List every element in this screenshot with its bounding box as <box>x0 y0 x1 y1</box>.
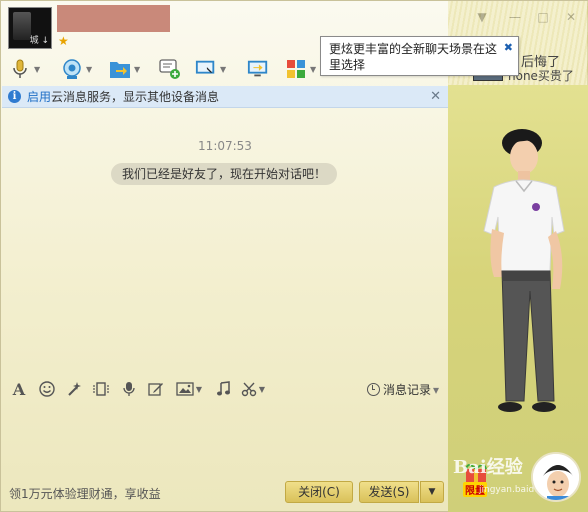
system-message: 我们已经是好友了，现在开始对话吧！ <box>111 163 338 185</box>
share-screen-icon <box>247 58 269 80</box>
avatar-corner-label: 城 ↓ <box>29 36 49 46</box>
microphone-icon <box>9 58 31 80</box>
font-icon: A <box>12 379 26 399</box>
chat-window: 城 ↓ ★ ▼ — □ ✕ ▼ ▼ ▼ <box>0 0 588 512</box>
shake-tool[interactable] <box>92 380 110 398</box>
share-screen-tool[interactable] <box>247 57 269 81</box>
voice-call-tool[interactable]: ▼ <box>9 57 40 81</box>
music-note-icon <box>217 381 230 396</box>
send-options-dropdown[interactable]: ▼ <box>420 481 444 503</box>
infobar-text: 云消息服务，显示其他设备消息 <box>51 90 220 104</box>
history-label: 消息记录 <box>383 383 432 397</box>
show-panel <box>448 85 588 512</box>
input-toolbar: A ▼ ▼ 消息记录 ▾ <box>2 377 448 401</box>
emoji-tool[interactable] <box>38 380 56 398</box>
font-tool[interactable]: A <box>10 379 28 399</box>
info-icon: i <box>8 90 21 103</box>
magic-tool[interactable] <box>65 380 83 398</box>
message-timestamp: 11:07:53 <box>198 139 252 153</box>
chevron-down-icon[interactable]: ▼ <box>310 65 316 74</box>
image-icon <box>176 382 194 396</box>
message-input[interactable] <box>2 402 448 478</box>
music-tool[interactable] <box>214 380 232 398</box>
avatar-figure-illustration[interactable] <box>448 85 588 512</box>
smiley-icon <box>39 381 55 397</box>
video-camera-icon <box>61 58 83 80</box>
chevron-down-icon[interactable]: ▼ <box>220 65 226 74</box>
send-button[interactable]: 发送(S) <box>359 481 419 503</box>
edit-icon <box>148 383 163 396</box>
doodle-tool[interactable] <box>147 380 165 398</box>
infobar-close-button[interactable]: ✕ <box>430 89 441 104</box>
send-file-icon <box>109 58 131 80</box>
star-icon[interactable]: ★ <box>58 35 69 47</box>
scene-tooltip: 更炫更丰富的全新聊天场景在这里选择 ✖ <box>320 36 519 76</box>
promo-link[interactable]: 领1万元体验理财通，享收益 <box>9 485 161 502</box>
apps-tool[interactable]: ▼ <box>285 57 316 81</box>
apps-icon <box>285 58 307 80</box>
chevron-down-icon[interactable]: ▼ <box>196 385 202 394</box>
enable-link[interactable]: 启用 <box>27 88 51 105</box>
clock-icon <box>367 383 380 396</box>
magic-wand-icon <box>68 382 81 396</box>
chevron-down-icon[interactable]: ▼ <box>259 385 265 394</box>
remote-assist-tool[interactable]: ▼ <box>195 57 226 81</box>
chevron-down-icon: ▾ <box>433 382 440 397</box>
shake-window-icon <box>93 382 109 396</box>
contact-name-redacted[interactable] <box>57 5 170 32</box>
my-avatar[interactable] <box>531 452 581 502</box>
tooltip-close-button[interactable]: ✖ <box>504 40 513 56</box>
new-discussion-tool[interactable] <box>159 57 181 81</box>
voice-message-tool[interactable] <box>120 380 138 398</box>
chevron-down-icon[interactable]: ▼ <box>86 65 92 74</box>
add-message-icon <box>159 58 181 80</box>
message-history-button[interactable]: 消息记录 ▾ <box>367 381 439 398</box>
message-area[interactable]: 11:07:53 我们已经是好友了，现在开始对话吧！ <box>2 109 448 375</box>
send-file-tool[interactable]: ▼ <box>109 57 140 81</box>
watermark-logo: Bai经验 <box>453 457 523 478</box>
screenshot-tool[interactable]: ▼ <box>238 380 268 398</box>
chevron-down-icon[interactable]: ▼ <box>34 65 40 74</box>
scissors-icon <box>241 382 257 397</box>
tooltip-text: 更炫更丰富的全新聊天场景在这里选择 <box>329 42 498 72</box>
remote-desktop-icon <box>195 58 217 80</box>
chevron-down-icon[interactable]: ▼ <box>134 65 140 74</box>
image-tool[interactable]: ▼ <box>174 380 204 398</box>
contact-avatar[interactable]: 城 ↓ <box>8 7 52 49</box>
video-call-tool[interactable]: ▼ <box>61 57 92 81</box>
cloud-message-infobar: i 启用 云消息服务，显示其他设备消息 ✕ <box>2 86 448 108</box>
close-button[interactable]: 关闭(C) <box>285 481 353 503</box>
avatar-figure <box>13 12 31 40</box>
microphone-icon <box>123 382 135 396</box>
